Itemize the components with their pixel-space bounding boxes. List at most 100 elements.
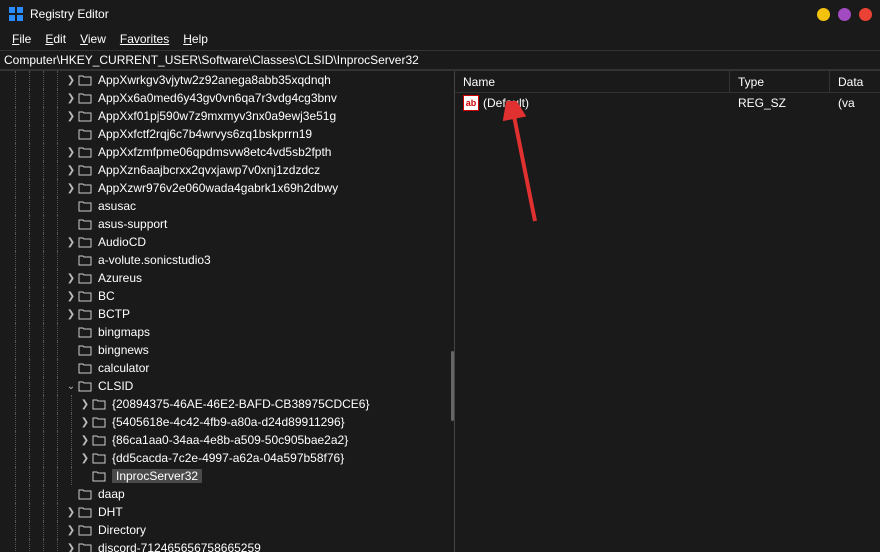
chevron-right-icon[interactable]: ❯ [64, 109, 78, 123]
tree-item[interactable]: asusac [0, 197, 454, 215]
main-content: ❯AppXwrkgv3vjytw2z92anega8abb35xqdnqh❯Ap… [0, 70, 880, 552]
tree-item[interactable]: ❯ discord-712465656758665259 [0, 539, 454, 552]
values-pane[interactable]: Name Type Data ab(Default)REG_SZ(va [455, 71, 880, 552]
chevron-right-icon[interactable]: ❯ [64, 163, 78, 177]
folder-icon [78, 271, 94, 285]
tree-item[interactable]: AppXxfctf2rqj6c7b4wrvys6zq1bskprrn19 [0, 125, 454, 143]
chevron-none [64, 217, 78, 231]
tree-item[interactable]: ⌄ CLSID [0, 377, 454, 395]
tree-item[interactable]: a-volute.sonicstudio3 [0, 251, 454, 269]
folder-icon [78, 235, 94, 249]
tree-item[interactable]: ❯ AppXwrkgv3vjytw2z92anega8abb35xqdnqh [0, 71, 454, 89]
chevron-right-icon[interactable]: ❯ [64, 271, 78, 285]
chevron-right-icon[interactable]: ❯ [64, 145, 78, 159]
tree-item-label: AppXzn6aajbcrxx2qvxjawp7v0xnj1zdzdcz [98, 163, 320, 177]
tree-item[interactable]: ❯ AppXx6a0med6y43gv0vn6qa7r3vdg4cg3bnv [0, 89, 454, 107]
tree-item[interactable]: ❯AppXzwr976v2e060wada4gabrk1x69h2dbwy [0, 179, 454, 197]
folder-icon [78, 361, 94, 375]
folder-icon [78, 127, 94, 141]
folder-icon [92, 397, 108, 411]
menu-help[interactable]: Help [177, 30, 214, 48]
tree-item[interactable]: bingnews [0, 341, 454, 359]
tree-item[interactable]: ❯AppXxfzmfpme06qpdmsvw8etc4vd5sb2fpth [0, 143, 454, 161]
folder-icon [78, 343, 94, 357]
tree-item[interactable]: ❯ {86ca1aa0-34aa-4e8b-a509-50c905bae2a2} [0, 431, 454, 449]
tree-scrollbar-thumb[interactable] [451, 351, 454, 421]
tree-item[interactable]: daap [0, 485, 454, 503]
address-bar[interactable]: Computer\HKEY_CURRENT_USER\Software\Clas… [0, 50, 880, 70]
annotation-arrow [495, 101, 555, 231]
chevron-right-icon[interactable]: ❯ [78, 433, 92, 447]
tree-item-label: daap [98, 487, 125, 501]
tree-item-label: {dd5cacda-7c2e-4997-a62a-04a597b58f76} [112, 451, 344, 465]
list-header: Name Type Data [455, 71, 880, 93]
chevron-none [64, 253, 78, 267]
tree-item[interactable]: ❯ Azureus [0, 269, 454, 287]
folder-icon [92, 415, 108, 429]
chevron-right-icon[interactable]: ❯ [78, 451, 92, 465]
chevron-right-icon[interactable]: ❯ [64, 289, 78, 303]
value-row[interactable]: ab(Default)REG_SZ(va [455, 93, 880, 113]
tree-item[interactable]: ❯BC [0, 287, 454, 305]
minimize-button[interactable] [817, 8, 830, 21]
folder-icon [78, 307, 94, 321]
column-data[interactable]: Data [830, 71, 880, 92]
address-text: Computer\HKEY_CURRENT_USER\Software\Clas… [4, 53, 419, 67]
tree-item[interactable]: ❯AudioCD [0, 233, 454, 251]
menu-edit[interactable]: Edit [39, 30, 72, 48]
folder-icon [78, 181, 94, 195]
folder-icon [78, 199, 94, 213]
chevron-right-icon[interactable]: ❯ [78, 397, 92, 411]
tree-item-label: CLSID [98, 379, 133, 393]
tree-item-label: Directory [98, 523, 146, 537]
tree-item[interactable]: calculator [0, 359, 454, 377]
column-name[interactable]: Name [455, 71, 730, 92]
chevron-right-icon[interactable]: ❯ [64, 523, 78, 537]
tree-item[interactable]: ❯ Directory [0, 521, 454, 539]
chevron-right-icon[interactable]: ❯ [64, 181, 78, 195]
menu-file[interactable]: File [6, 30, 37, 48]
tree-item[interactable]: InprocServer32 [0, 467, 454, 485]
column-type[interactable]: Type [730, 71, 830, 92]
tree-item[interactable]: ❯DHT [0, 503, 454, 521]
tree-item-label: InprocServer32 [112, 469, 202, 483]
tree-item-label: Azureus [98, 271, 142, 285]
tree-item-label: AppXwrkgv3vjytw2z92anega8abb35xqdnqh [98, 73, 331, 87]
tree-item-label: {86ca1aa0-34aa-4e8b-a509-50c905bae2a2} [112, 433, 348, 447]
folder-icon [78, 91, 94, 105]
tree-item-label: AppXx6a0med6y43gv0vn6qa7r3vdg4cg3bnv [98, 91, 337, 105]
tree-item-label: AppXxfctf2rqj6c7b4wrvys6zq1bskprrn19 [98, 127, 312, 141]
chevron-none [64, 343, 78, 357]
tree-item[interactable]: ❯ AppXxf01pj590w7z9mxmyv3nx0a9ewj3e51g [0, 107, 454, 125]
tree-item-label: AppXxf01pj590w7z9mxmyv3nx0a9ewj3e51g [98, 109, 336, 123]
folder-icon [92, 469, 108, 483]
chevron-right-icon[interactable]: ❯ [64, 307, 78, 321]
chevron-right-icon[interactable]: ❯ [78, 415, 92, 429]
folder-icon [78, 109, 94, 123]
chevron-right-icon[interactable]: ❯ [64, 73, 78, 87]
chevron-right-icon[interactable]: ❯ [64, 541, 78, 552]
folder-icon [78, 379, 94, 393]
tree-item[interactable]: ❯{20894375-46AE-46E2-BAFD-CB38975CDCE6} [0, 395, 454, 413]
tree-item[interactable]: ❯ {dd5cacda-7c2e-4997-a62a-04a597b58f76} [0, 449, 454, 467]
tree-item[interactable]: ❯ AppXzn6aajbcrxx2qvxjawp7v0xnj1zdzdcz [0, 161, 454, 179]
window-title: Registry Editor [30, 7, 817, 21]
tree-item[interactable]: ❯BCTP [0, 305, 454, 323]
tree-item[interactable]: ❯{5405618e-4c42-4fb9-a80a-d24d89911296} [0, 413, 454, 431]
folder-icon [78, 163, 94, 177]
value-type: REG_SZ [730, 96, 830, 110]
tree-item[interactable]: bingmaps [0, 323, 454, 341]
menu-view[interactable]: View [74, 30, 112, 48]
tree-item[interactable]: asus-support [0, 215, 454, 233]
tree-item-label: discord-712465656758665259 [98, 541, 261, 552]
tree-pane[interactable]: ❯AppXwrkgv3vjytw2z92anega8abb35xqdnqh❯Ap… [0, 71, 455, 552]
close-button[interactable] [859, 8, 872, 21]
chevron-right-icon[interactable]: ❯ [64, 505, 78, 519]
chevron-down-icon[interactable]: ⌄ [64, 379, 78, 393]
chevron-right-icon[interactable]: ❯ [64, 235, 78, 249]
window-controls [817, 8, 872, 21]
app-icon [8, 6, 24, 22]
chevron-right-icon[interactable]: ❯ [64, 91, 78, 105]
menu-favorites[interactable]: Favorites [114, 30, 175, 48]
maximize-button[interactable] [838, 8, 851, 21]
